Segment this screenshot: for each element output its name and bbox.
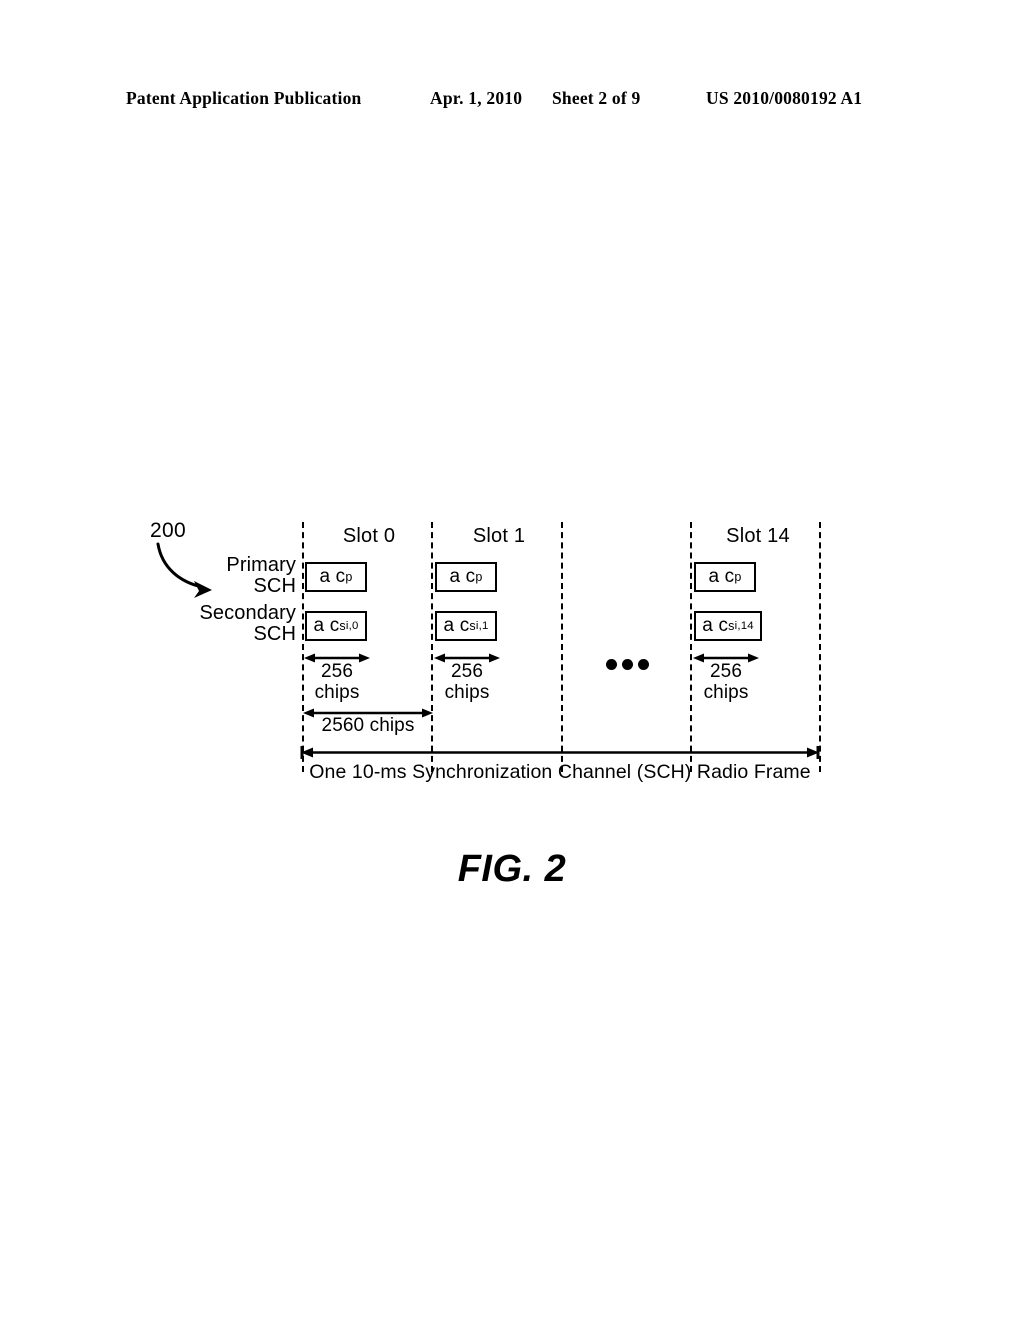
primary-sch-code-box-slot-0: a cp [305,562,367,592]
code-prefix: a c [702,615,729,636]
secondary-sch-code-box-slot-14: a c s i,14 [694,611,762,641]
figure-caption: FIG. 2 [457,848,567,890]
chip-count-unit: chips [444,681,490,703]
slot-boundary-line-4 [819,522,821,772]
chip-count-unit: chips [314,681,360,703]
slot-title-0: Slot 0 [342,525,396,547]
row-label-secondary-line1: Secondary [199,602,296,624]
ellipsis-icon [606,659,649,670]
code-prefix: a c [708,566,735,587]
row-label-primary-sch: Primary SCH [226,555,296,597]
radio-frame-span-arrow [300,746,820,759]
chip-count-value: 256 [320,661,353,682]
slot-boundary-line-3 [690,522,692,772]
row-label-primary-line1: Primary [226,554,296,576]
code-prefix: a c [449,566,476,587]
ellipsis-dot [638,659,649,670]
ellipsis-dot [606,659,617,670]
row-label-secondary-line2: SCH [253,623,296,645]
radio-frame-label: One 10-ms Synchronization Channel (SCH) … [309,761,811,783]
secondary-sch-code-box-slot-1: a c s i,1 [435,611,497,641]
slot-title-14: Slot 14 [726,525,790,547]
primary-sch-code-box-slot-1: a cp [435,562,497,592]
lead-line-arrow-icon [156,542,212,598]
row-label-secondary-sch: Secondary SCH [199,603,296,645]
chip-width-label-slot-14: 256 chips [693,661,759,703]
chip-count-value: 256 [709,661,742,682]
ellipsis-dot [622,659,633,670]
slot-title-1: Slot 1 [472,525,526,547]
chip-width-label-slot-1: 256 chips [434,661,500,703]
code-prefix: a c [443,615,470,636]
chip-count-unit: chips [703,681,749,703]
row-label-primary-line2: SCH [253,575,296,597]
slot-span-label: 2560 chips [321,715,415,736]
code-prefix: a c [313,615,340,636]
figure-2-diagram: 200 Slot 0 Slot 1 Slot 14 Primary SCH Se… [0,0,1024,1320]
primary-sch-code-box-slot-14: a cp [694,562,756,592]
chip-count-value: 256 [450,661,483,682]
chip-width-label-slot-0: 256 chips [304,661,370,703]
code-prefix: a c [319,566,346,587]
secondary-sch-code-box-slot-0: a c s i,0 [305,611,367,641]
slot-boundary-line-2 [561,522,563,772]
